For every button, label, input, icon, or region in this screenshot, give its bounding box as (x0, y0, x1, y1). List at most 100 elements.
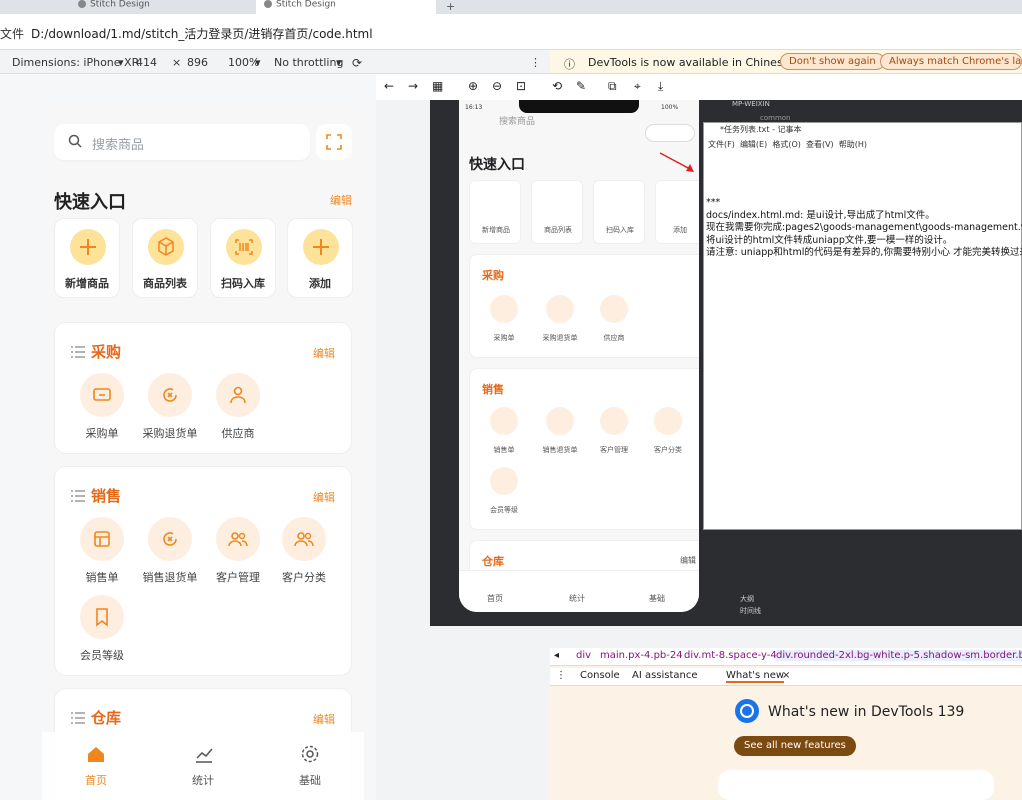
throttling-select[interactable]: No throttling (274, 56, 343, 69)
menu-file[interactable]: 文件(F) (708, 140, 735, 149)
sim-tab-home[interactable]: 首页 (487, 593, 503, 604)
tab-stats[interactable]: 统计 (183, 772, 223, 788)
breadcrumb-left-icon[interactable]: ◂ (554, 650, 559, 661)
forward-icon[interactable]: → (408, 79, 418, 93)
sim-quick-card[interactable]: 扫码入库 (593, 180, 645, 244)
users-icon (282, 517, 326, 561)
fit-icon[interactable]: ⊡ (516, 79, 526, 93)
sim-warehouse-title: 仓库 (482, 555, 504, 568)
home-icon[interactable] (86, 744, 106, 764)
dont-show-again-button[interactable]: Don't show again (780, 53, 885, 70)
quick-add[interactable]: 添加 (287, 218, 353, 298)
warehouse-edit-button[interactable]: 编辑 (313, 711, 335, 727)
timeline-panel[interactable]: 时间线 (740, 606, 761, 616)
notepad-text-area[interactable]: *** docs/index.html.md: 是ui设计,导出成了html文件。… (706, 197, 1022, 260)
edit-icon[interactable]: ✎ (576, 79, 586, 93)
breadcrumb-item[interactable]: main.px-4.pb-24 (600, 650, 683, 661)
breadcrumb-item[interactable]: div (576, 650, 591, 661)
plus-icon (303, 229, 339, 265)
sim-tab-stats[interactable]: 统计 (569, 593, 585, 604)
menu-format[interactable]: 格式(O) (772, 140, 801, 149)
menu-help[interactable]: 帮助(H) (839, 140, 867, 149)
more-icon[interactable]: ⋮ (556, 670, 566, 681)
rotate-icon[interactable]: ⟳ (352, 56, 362, 70)
rotate-icon[interactable]: ⟲ (552, 79, 562, 93)
sim-item-icon (600, 295, 628, 323)
width-input[interactable]: 414 (136, 56, 157, 69)
whats-new-card (718, 770, 994, 800)
users-icon (216, 517, 260, 561)
chart-icon[interactable] (194, 744, 214, 764)
height-input[interactable]: 896 (187, 56, 208, 69)
member-level-item[interactable]: 会员等级 (69, 595, 135, 663)
purchase-order-icon (80, 373, 124, 417)
search-icon (68, 134, 82, 148)
browser-tab-active[interactable]: Stitch Design (256, 0, 436, 14)
quick-edit-button[interactable]: 编辑 (330, 192, 352, 208)
tab-whats-new[interactable]: What's new (726, 670, 785, 683)
zoom-in-icon[interactable]: ⊕ (468, 79, 478, 93)
sales-return-item[interactable]: 销售退货单 (137, 517, 203, 585)
zoom-out-icon[interactable]: ⊖ (492, 79, 502, 93)
always-match-button[interactable]: Always match Chrome's langu (880, 53, 1022, 70)
grid-icon[interactable]: ▦ (432, 79, 443, 93)
sim-search-input[interactable]: 搜索商品 (499, 114, 535, 127)
capture-icon[interactable]: ⌖ (634, 79, 641, 94)
scan-button[interactable] (316, 124, 352, 160)
quick-label: 商品列表 (143, 277, 187, 290)
back-icon[interactable]: ← (384, 79, 394, 93)
search-bar[interactable]: 搜索商品 (54, 124, 310, 160)
sim-item-label[interactable]: 供应商 (592, 333, 636, 343)
copy-icon[interactable]: ⧉ (608, 79, 617, 94)
more-icon[interactable]: ⋮ (530, 56, 541, 69)
tab-home[interactable]: 首页 (76, 772, 116, 788)
menu-edit[interactable]: 编辑(E) (740, 140, 767, 149)
outline-panel[interactable]: 大纲 (740, 594, 754, 604)
chrome-devtools-logo (734, 698, 760, 724)
tree-item[interactable]: common (760, 114, 791, 122)
sim-item-label[interactable]: 采购退货单 (538, 333, 582, 343)
sim-item-icon (654, 407, 682, 435)
new-tab-button[interactable]: + (446, 0, 455, 13)
sales-order-item[interactable]: 销售单 (69, 517, 135, 585)
quick-scan-stock-in[interactable]: 扫码入库 (210, 218, 276, 298)
customer-management-item[interactable]: 客户管理 (205, 517, 271, 585)
sales-edit-button[interactable]: 编辑 (313, 489, 335, 505)
download-icon[interactable]: ⤓ (658, 79, 663, 94)
menu-view[interactable]: 查看(V) (806, 140, 834, 149)
see-all-features-button[interactable]: See all new features (734, 736, 856, 756)
sim-item-label[interactable]: 会员等级 (482, 505, 526, 515)
search-input[interactable]: 搜索商品 (92, 134, 144, 153)
notepad-window: *任务列表.txt - 记事本 文件(F) 编辑(E) 格式(O) 查看(V) … (703, 122, 1022, 530)
sim-quick-card[interactable]: 添加 (655, 180, 699, 244)
quick-product-list[interactable]: 商品列表 (132, 218, 198, 298)
customer-category-item[interactable]: 客户分类 (271, 517, 337, 585)
sim-edit-button[interactable]: 编辑 (680, 555, 696, 566)
sim-item-label[interactable]: 销售单 (482, 445, 526, 455)
tab-ai-assistance[interactable]: AI assistance (632, 670, 698, 681)
breadcrumb-item[interactable]: div.mt-8.space-y-4 (684, 650, 777, 661)
sim-quick-card[interactable]: 新增商品 (469, 180, 521, 244)
item-label: 销售单 (85, 571, 119, 584)
capsule-menu[interactable] (645, 124, 695, 142)
tree-root[interactable]: MP-WEIXIN (732, 100, 770, 108)
tab-console[interactable]: Console (580, 670, 620, 681)
notice-text: DevTools is now available in Chinese (588, 56, 790, 69)
sim-item-label[interactable]: 客户管理 (592, 445, 636, 455)
purchase-return-item[interactable]: 采购退货单 (137, 373, 203, 441)
sim-quick-card[interactable]: 商品列表 (531, 180, 583, 244)
sim-item-label[interactable]: 客户分类 (646, 445, 690, 455)
purchase-order-item[interactable]: 采购单 (69, 373, 135, 441)
url-field[interactable]: D:/download/1.md/stitch_活力登录页/进销存首页/code… (31, 25, 373, 42)
browser-tab[interactable]: Stitch Design (70, 0, 250, 14)
close-icon[interactable]: × (782, 670, 790, 681)
sim-item-label[interactable]: 采购单 (482, 333, 526, 343)
tab-basic[interactable]: 基础 (290, 772, 330, 788)
supplier-item[interactable]: 供应商 (205, 373, 271, 441)
quick-add-product[interactable]: 新增商品 (54, 218, 120, 298)
breadcrumb-item-selected[interactable]: div.rounded-2xl.bg-white.p-5.shadow-sm.b… (776, 650, 1022, 661)
gear-icon[interactable] (300, 744, 320, 764)
sim-item-label[interactable]: 销售退货单 (538, 445, 582, 455)
purchase-edit-button[interactable]: 编辑 (313, 345, 335, 361)
sim-tab-basic[interactable]: 基础 (649, 593, 665, 604)
